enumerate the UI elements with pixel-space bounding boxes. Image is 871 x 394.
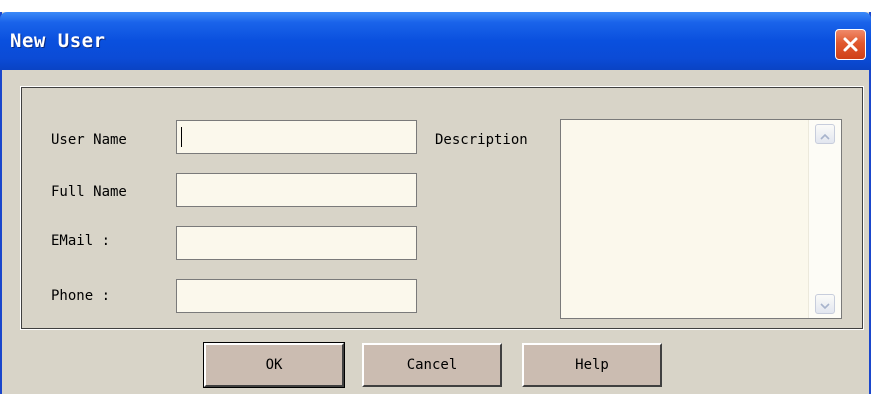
phone-field[interactable]: [176, 279, 417, 313]
full-name-input[interactable]: [177, 174, 416, 206]
dialog-title: New User: [10, 30, 106, 52]
user-name-field[interactable]: [176, 120, 417, 154]
user-details-group: User Name Full Name EMail : Phone : Desc…: [20, 86, 864, 330]
help-button[interactable]: Help: [522, 343, 662, 387]
full-name-field[interactable]: [176, 173, 417, 207]
phone-input[interactable]: [177, 280, 416, 312]
cancel-button[interactable]: Cancel: [362, 343, 502, 387]
new-user-dialog: New User User Name Full Name EMail : Pho…: [0, 12, 871, 394]
user-name-label: User Name: [51, 132, 127, 148]
phone-label: Phone :: [51, 288, 111, 304]
description-label: Description: [435, 132, 528, 148]
user-name-input[interactable]: [177, 121, 416, 153]
description-field[interactable]: [560, 119, 842, 319]
text-caret: [181, 127, 182, 147]
description-textarea[interactable]: [561, 120, 808, 318]
title-bar[interactable]: New User: [0, 12, 871, 70]
ok-button[interactable]: OK: [203, 342, 345, 388]
scroll-down-button[interactable]: [815, 294, 835, 314]
scroll-up-button[interactable]: [815, 124, 835, 144]
description-scrollbar[interactable]: [808, 120, 841, 318]
email-field[interactable]: [176, 226, 417, 260]
chevron-down-icon: [820, 295, 830, 314]
close-icon: [842, 36, 859, 53]
full-name-label: Full Name: [51, 184, 127, 200]
email-label: EMail :: [51, 233, 111, 249]
close-button[interactable]: [835, 29, 866, 60]
email-input[interactable]: [177, 227, 416, 259]
chevron-up-icon: [820, 125, 830, 144]
